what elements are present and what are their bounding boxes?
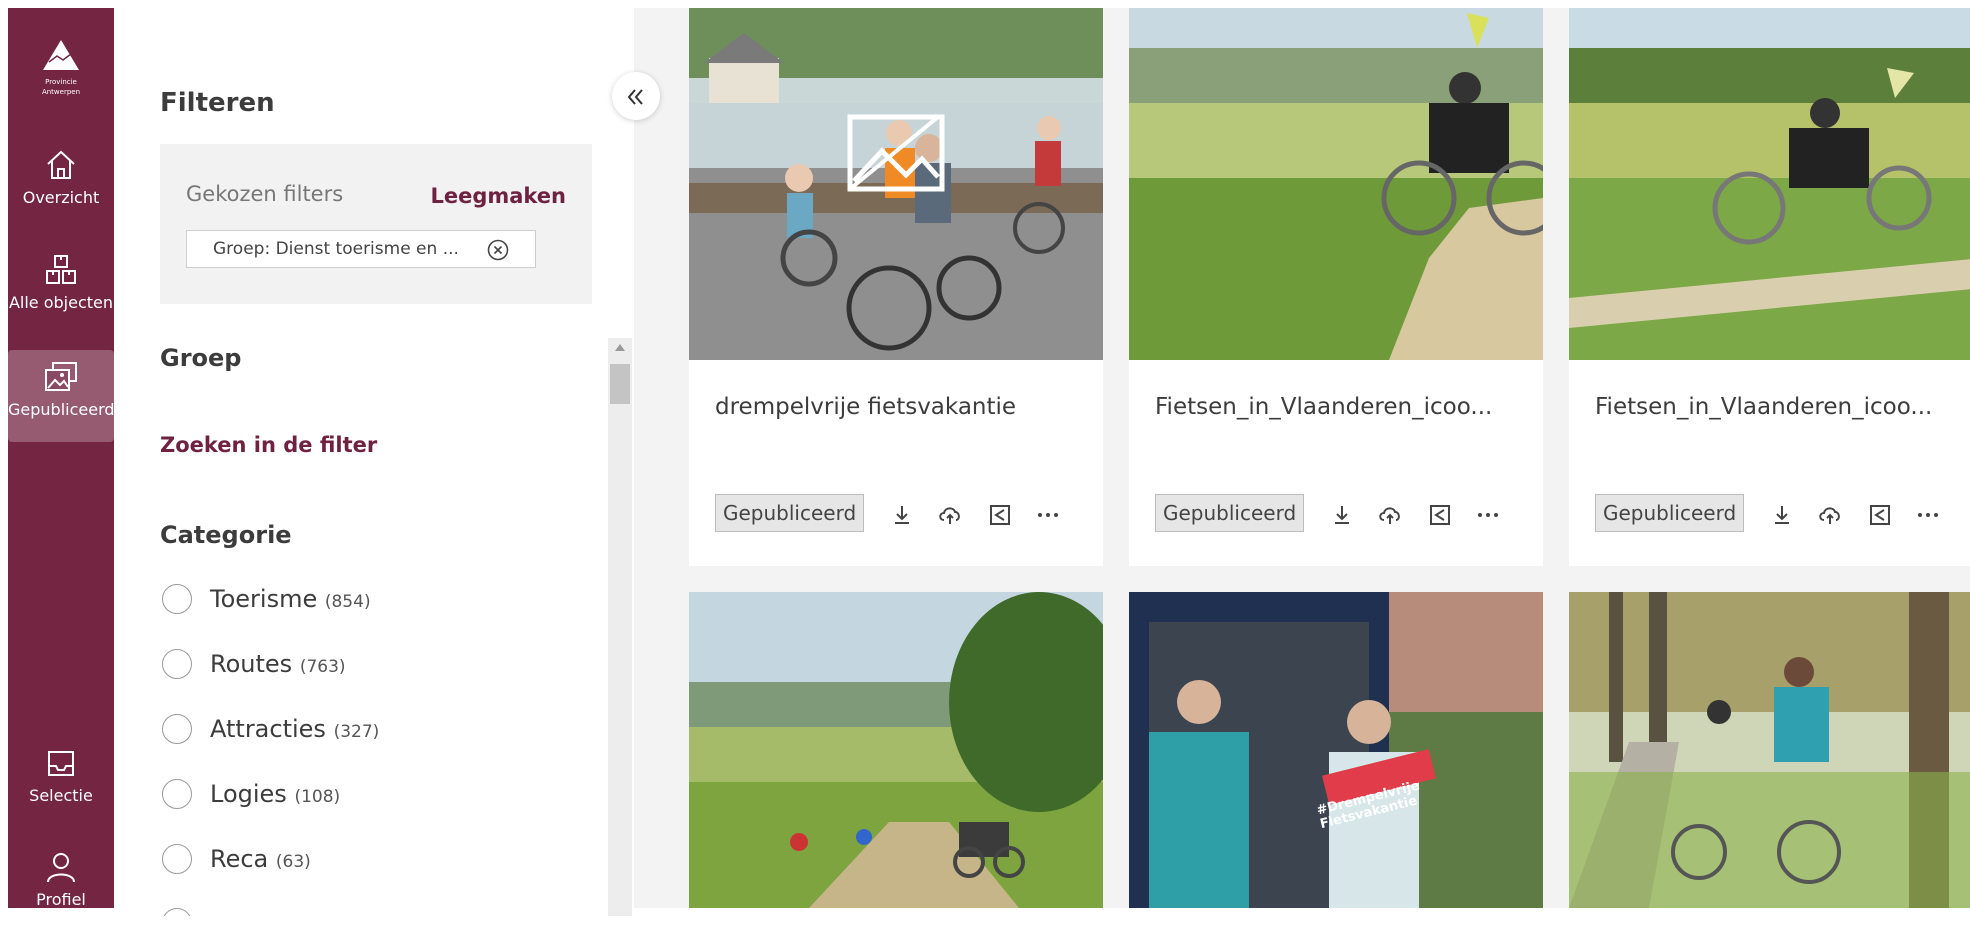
category-count: (763) <box>299 657 346 677</box>
category-label: Reca <box>210 845 269 873</box>
download-icon[interactable] <box>1769 502 1795 528</box>
scroll-up-arrow-icon[interactable] <box>615 344 625 351</box>
filter-chip-label: Groep: Dienst toerisme en ... <box>213 239 459 259</box>
nav-label-overzicht: Overzicht <box>22 188 100 207</box>
radio-button[interactable] <box>162 714 192 744</box>
chosen-filters-box: Gekozen filters Leegmaken Groep: Dienst … <box>160 144 592 304</box>
nav-item-gepubliceerd[interactable]: Gepubliceerd <box>8 350 115 442</box>
filter-scroll-area[interactable]: Groep Zoeken in de filter Categorie Toer… <box>160 338 634 916</box>
radio-button[interactable] <box>162 908 192 916</box>
nav-label-selectie: Selectie <box>29 786 93 805</box>
asset-card[interactable] <box>1569 592 1970 908</box>
handbike-photo <box>1129 8 1543 360</box>
asset-thumbnail[interactable] <box>1129 8 1543 360</box>
more-options-icon[interactable] <box>1475 502 1501 528</box>
category-count: (108) <box>294 787 341 807</box>
filter-panel: Filteren Gekozen filters Leegmaken Groep… <box>114 8 634 916</box>
filter-title: Filteren <box>160 88 275 118</box>
asset-thumbnail[interactable] <box>1569 8 1970 360</box>
handbike-field-photo <box>1569 8 1970 360</box>
nav-label-profiel: Profiel <box>36 890 86 909</box>
category-label: Routes <box>210 650 293 678</box>
chosen-filters-label: Gekozen filters <box>186 182 344 206</box>
status-badge: Gepubliceerd <box>1155 494 1305 532</box>
accessible-van-photo <box>1129 592 1543 908</box>
nav-item-overzicht[interactable]: Overzicht <box>8 148 114 240</box>
countryside-cyclists-photo <box>689 592 1103 908</box>
asset-title[interactable]: Fietsen_in_Vlaanderen_icoo... <box>1155 394 1525 420</box>
published-images-icon <box>45 362 77 391</box>
nav-label-gepubliceerd: Gepubliceerd <box>8 400 115 419</box>
category-count: (854) <box>324 592 371 612</box>
download-icon[interactable] <box>1329 502 1355 528</box>
asset-thumbnail[interactable] <box>689 592 1103 908</box>
download-icon[interactable] <box>889 502 915 528</box>
category-label: Logies <box>210 780 287 808</box>
category-label: Toerisme <box>210 585 318 613</box>
radio-button[interactable] <box>162 844 192 874</box>
asset-title[interactable]: Fietsen_in_Vlaanderen_icoo... <box>1595 394 1965 420</box>
user-icon <box>47 853 75 883</box>
provincie-antwerpen-logo[interactable]: Provincie Antwerpen <box>8 38 114 96</box>
cloud-upload-icon[interactable] <box>1817 502 1843 528</box>
cloud-upload-icon[interactable] <box>1377 502 1403 528</box>
tree-lane-cyclists-photo <box>1569 592 1970 908</box>
asset-card[interactable]: Fietsen_in_Vlaanderen_icoo... Gepublicee… <box>1129 8 1543 566</box>
share-icon[interactable] <box>1427 502 1453 528</box>
search-in-filter-link[interactable]: Zoeken in de filter <box>160 433 377 457</box>
share-icon[interactable] <box>1867 502 1893 528</box>
collapse-filters-button[interactable] <box>612 72 660 120</box>
asset-card[interactable] <box>689 592 1103 908</box>
asset-thumbnail[interactable] <box>1569 592 1970 908</box>
asset-card[interactable]: Fietsen_in_Vlaanderen_icoo... Gepublicee… <box>1569 8 1970 566</box>
remove-circle-icon[interactable] <box>487 239 509 261</box>
status-badge: Gepubliceerd <box>715 494 865 532</box>
more-options-icon[interactable] <box>1035 502 1061 528</box>
side-navigation: Provincie Antwerpen Overzicht Alle objec… <box>8 8 115 909</box>
category-section-title: Categorie <box>160 521 292 549</box>
filter-scrollbar[interactable] <box>608 338 632 916</box>
category-label: Attracties <box>210 715 326 743</box>
scroll-thumb[interactable] <box>610 364 630 404</box>
radio-button[interactable] <box>162 584 192 614</box>
asset-thumbnail[interactable]: #Drempelvrije Fietsvakantie <box>1129 592 1543 908</box>
group-section-title: Groep <box>160 344 242 372</box>
status-badge: Gepubliceerd <box>1595 494 1745 532</box>
nav-item-selectie[interactable]: Selectie <box>8 746 114 838</box>
nav-item-profiel[interactable]: Profiel <box>8 850 114 942</box>
category-count: (327) <box>333 722 380 742</box>
asset-title[interactable]: drempelvrije fietsvakantie <box>715 394 1085 420</box>
asset-card[interactable]: drempelvrije fietsvakantie Gepubliceerd <box>689 8 1103 566</box>
double-chevron-left-icon <box>627 88 643 105</box>
asset-card[interactable]: #Drempelvrije Fietsvakantie <box>1129 592 1543 908</box>
results-grid: drempelvrije fietsvakantie Gepubliceerd … <box>634 8 1970 908</box>
logo-text-line-2: Antwerpen <box>41 88 81 96</box>
filter-chip[interactable]: Groep: Dienst toerisme en ... <box>186 230 536 268</box>
asset-thumbnail[interactable] <box>689 8 1103 360</box>
inbox-icon <box>48 751 74 776</box>
nav-item-alle-objecten[interactable]: Alle objecten <box>8 253 114 345</box>
image-placeholder-icon <box>847 114 945 192</box>
more-options-icon[interactable] <box>1915 502 1941 528</box>
cloud-upload-icon[interactable] <box>937 502 963 528</box>
logo-triangle-icon <box>43 40 79 70</box>
radio-button[interactable] <box>162 649 192 679</box>
share-icon[interactable] <box>987 502 1013 528</box>
boxes-icon <box>46 255 76 284</box>
logo-text-line-1: Provincie <box>45 78 77 86</box>
home-icon <box>47 150 75 179</box>
nav-label-alle-objecten: Alle objecten <box>8 293 114 312</box>
category-count: (63) <box>275 852 311 872</box>
radio-button[interactable] <box>162 779 192 809</box>
clear-filters-link[interactable]: Leegmaken <box>430 184 566 208</box>
